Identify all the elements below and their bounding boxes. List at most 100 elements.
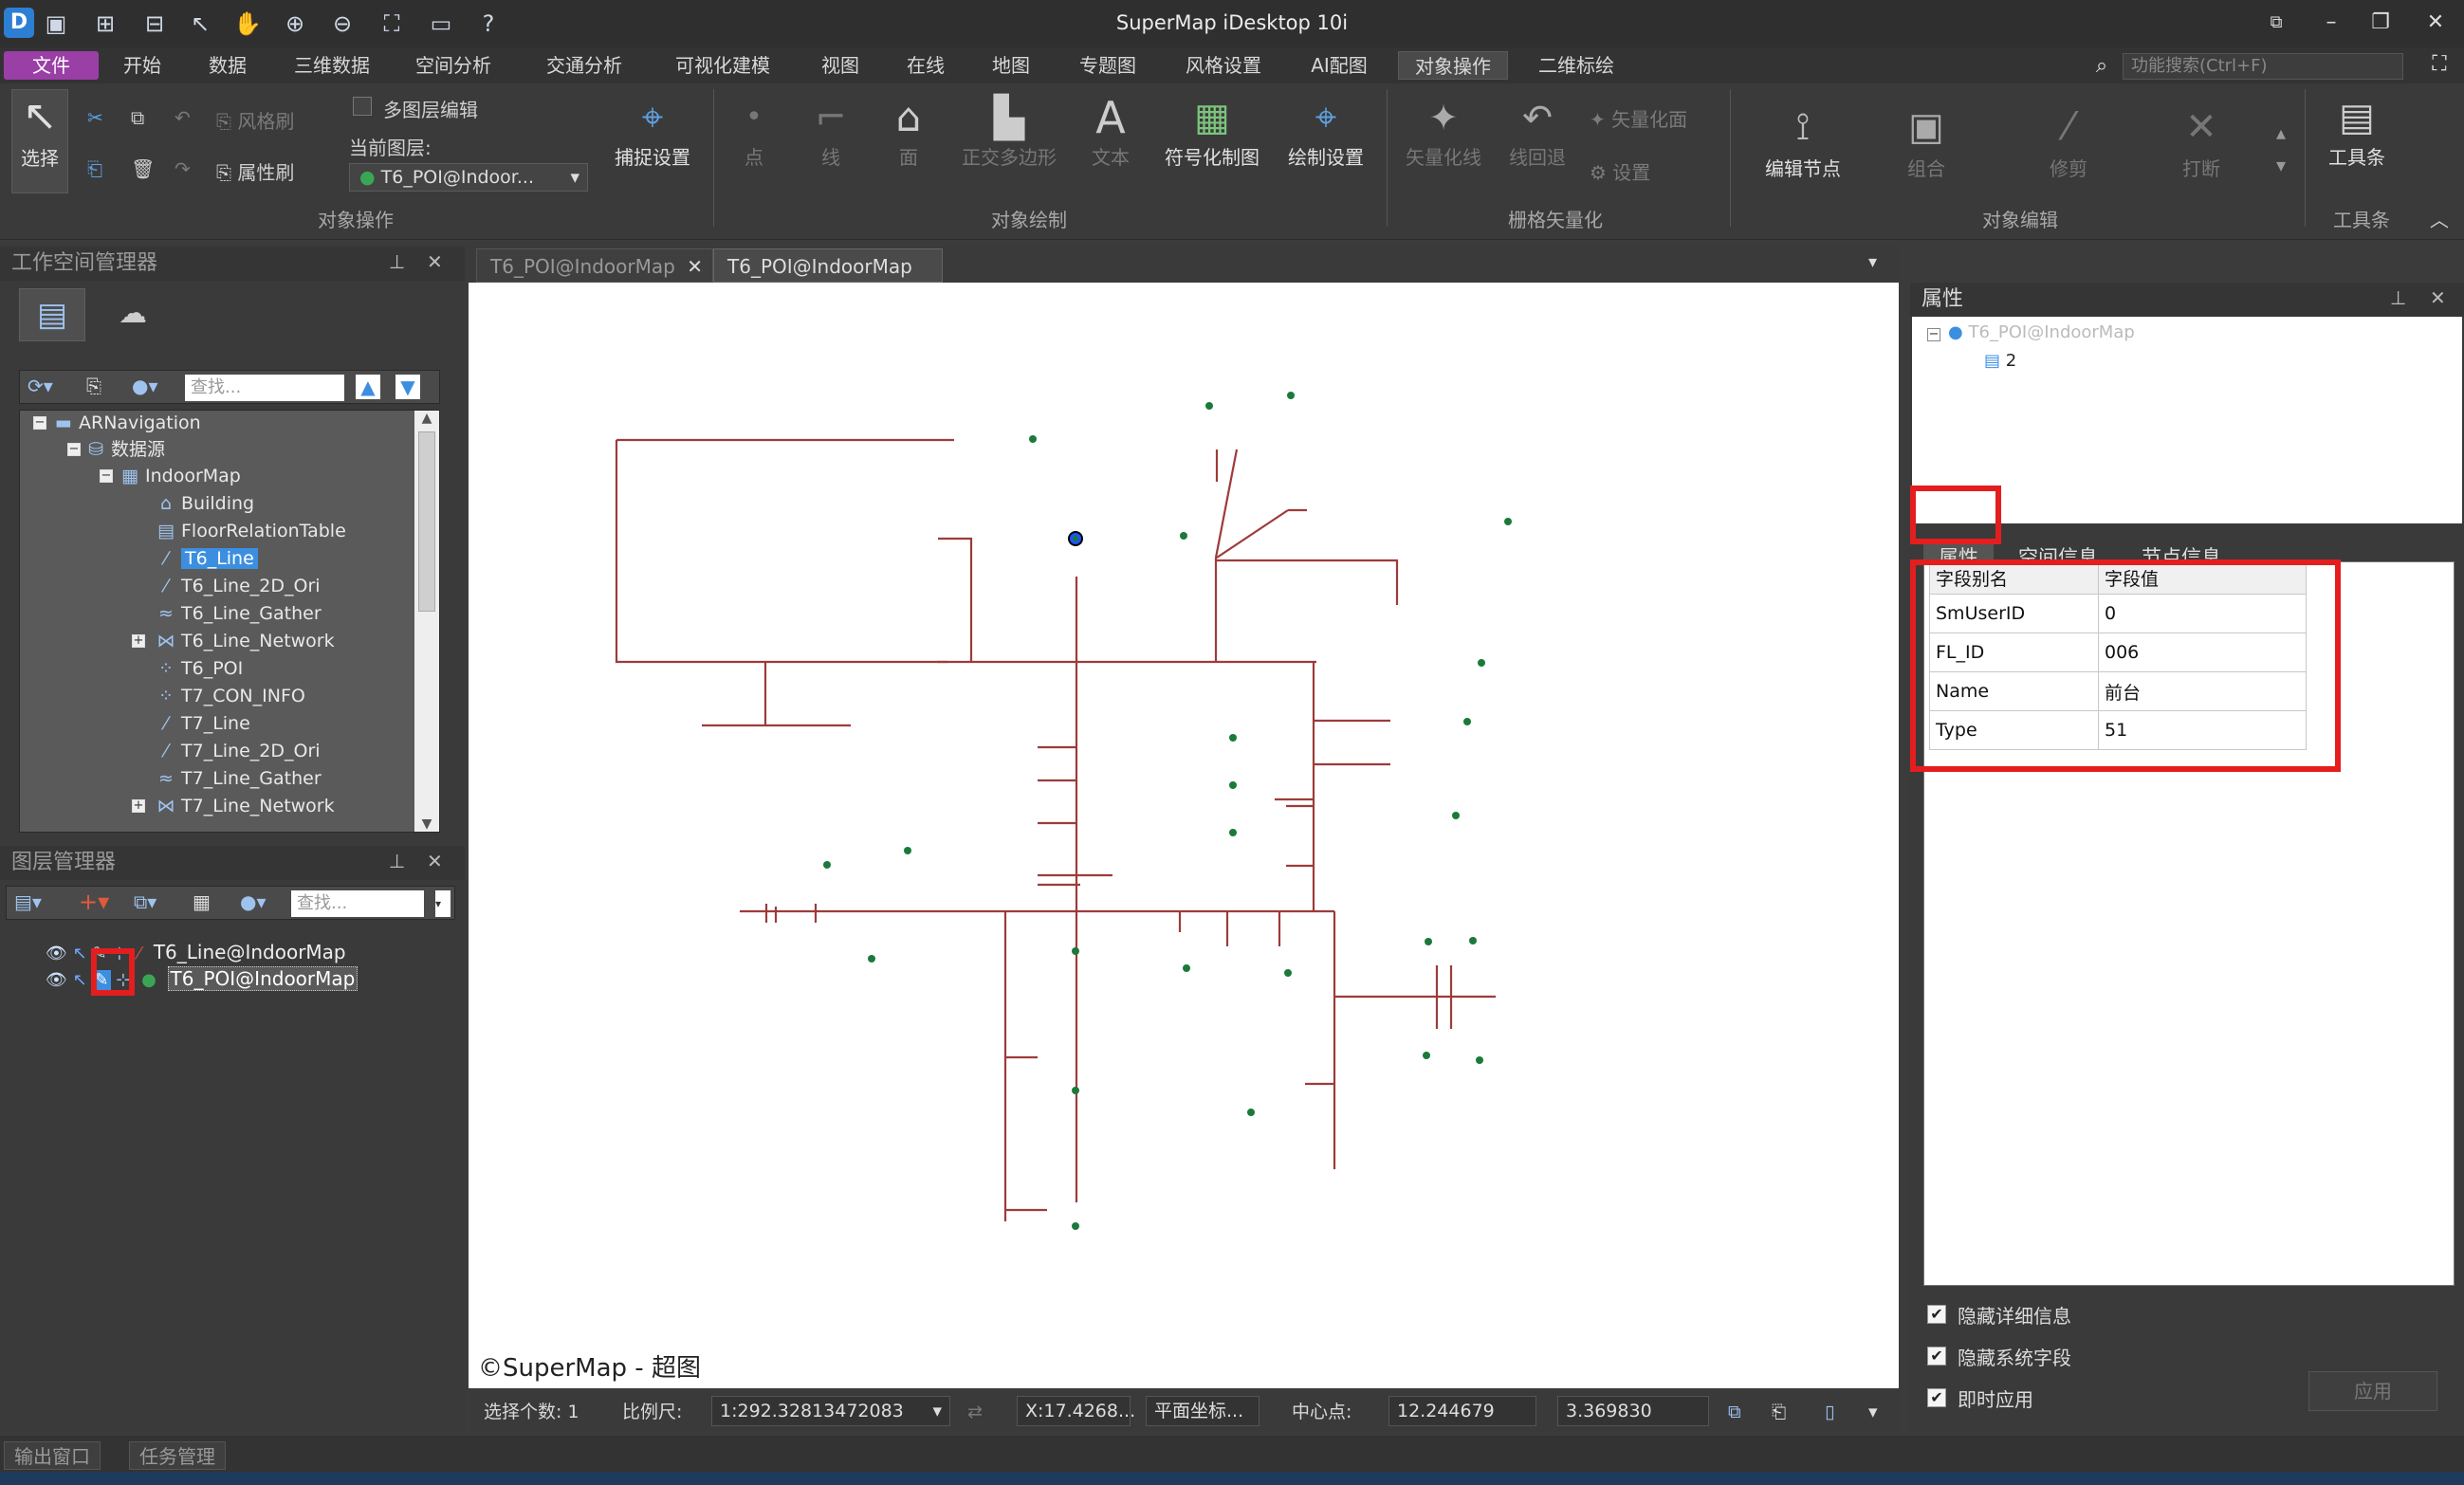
poi-point[interactable] [1229,781,1237,789]
tree-node-t7-line-gather[interactable]: ≈ T7_Line_Gather [156,766,322,791]
line-feature[interactable] [1214,449,1239,559]
attribute-brush-button[interactable]: ⎘ 属性刷 [216,157,294,185]
tree-node-t7-line[interactable]: ⁄ T7_Line [156,711,249,736]
tab-thematic-map[interactable]: 专题图 [1070,51,1146,80]
layer-search-input[interactable]: 查找... [291,890,424,917]
close-tab-icon[interactable]: ✕ [687,249,703,284]
tab-map[interactable]: 地图 [983,51,1039,80]
tab-view[interactable]: 视图 [812,51,869,80]
poi-point[interactable] [1229,734,1237,742]
tab-data[interactable]: 数据 [199,51,256,80]
poi-point[interactable] [1284,969,1292,977]
object-tree-root[interactable]: ● T6_POI@IndoorMap [1948,322,2135,342]
minimize-button[interactable]: – [2312,8,2350,38]
search-up-icon[interactable]: ▲ [356,375,380,399]
lock-icon[interactable]: ▯ [1825,1398,1834,1426]
edit-nodes-button[interactable]: ⟟ 编辑节点 [1751,101,1855,181]
scroll-down-icon[interactable]: ▼ [414,816,439,832]
poi-point[interactable] [1183,964,1190,972]
draw-text-button[interactable]: A 文本 [1079,93,1142,170]
paste-icon[interactable]: ⎗ [87,157,102,180]
collapse-ribbon-icon[interactable]: ︿ [2430,205,2449,232]
layer-properties-icon[interactable]: ▦ [193,890,211,913]
open-file-icon[interactable]: ⎘ [86,375,101,397]
poi-point[interactable] [1423,1052,1430,1059]
line-feature[interactable] [1216,509,1289,559]
close-panel-icon[interactable]: ✕ [427,850,443,872]
poi-point[interactable] [1180,532,1187,540]
pin-icon[interactable]: ⊥ [389,850,405,872]
tab-object-operations[interactable]: 对象操作 [1398,51,1508,80]
tab-2d-plotting[interactable]: 二维标绘 [1531,51,1622,80]
vectorize-region-button[interactable]: ✦ 矢量化面 [1590,104,1687,132]
tree-node-indoormap[interactable]: ▦ IndoorMap [120,464,241,488]
poi-point[interactable] [1072,1087,1079,1094]
poi-point[interactable] [1072,947,1079,955]
file-menu[interactable]: 文件 [4,51,99,80]
tree-node-t7-con-info[interactable]: ⁘ T7_CON_INFO [156,684,305,708]
ribbon-scroll-up-icon[interactable]: ▴ [2276,121,2286,144]
refresh-icon[interactable]: ⟳▾ [28,375,53,397]
paste-coords-icon[interactable]: ⎗ [1772,1398,1786,1426]
poi-point[interactable] [1287,392,1295,399]
object-tree-child[interactable]: ▤ 2 [1984,351,2016,371]
visible-eye-icon[interactable]: 👁 [46,970,67,990]
tab-traffic-analysis[interactable]: 交通分析 [539,51,630,80]
restore-button[interactable]: ❐ [2362,8,2400,38]
locate-layer-icon[interactable]: ●▾ [240,890,267,913]
poi-point[interactable] [1205,402,1213,410]
selected-poi-dot[interactable] [1073,536,1078,541]
poi-point[interactable] [1029,435,1037,443]
scroll-thumb[interactable] [418,431,435,612]
tab-ai-mapping[interactable]: AI配图 [1303,51,1375,80]
tree-node-datasources[interactable]: ⛁ 数据源 [86,437,165,462]
tree-node-workspace[interactable]: ▬ ARNavigation [54,411,201,435]
tab-start[interactable]: 开始 [114,51,171,80]
tab-visual-modeling[interactable]: 可视化建模 [668,51,778,80]
instant-apply-checkbox[interactable]: ✔ [1927,1388,1946,1407]
break-button[interactable]: ✕ 打断 [2159,101,2244,181]
tree-node-floorrelationtable[interactable]: ▤ FloorRelationTable [156,519,346,543]
tree-node-t6-line-2d-ori[interactable]: ⁄ T6_Line_2D_Ori [156,574,320,598]
workspace-tree-tab[interactable]: ▤ [19,288,85,341]
collapse-icon[interactable]: − [67,443,81,456]
undo-icon[interactable]: ↶ [175,106,191,129]
scene-tab-icon[interactable]: ☁ [104,288,161,341]
poi-point[interactable] [1469,937,1477,944]
poi-point[interactable] [1425,938,1432,945]
draw-line-button[interactable]: ⌐ 线 [804,93,857,170]
selected-poi[interactable] [1068,531,1083,546]
collapse-icon[interactable]: − [33,416,46,430]
fullscreen-icon[interactable]: ⛶ [2420,49,2458,80]
cut-icon[interactable]: ✂ [87,106,103,129]
select-button[interactable]: ↖ 选择 [11,89,68,193]
ribbon-scroll-down-icon[interactable]: ▾ [2276,154,2286,176]
pin-icon[interactable]: ⊥ [389,250,405,273]
coordinate-system[interactable]: 平面坐标... [1146,1396,1260,1426]
poi-point[interactable] [1072,1222,1079,1230]
layer-group-icon[interactable]: ⧉▾ [134,890,156,913]
current-layer-select[interactable]: ● T6_POI@Indoor... ▾ [349,163,588,192]
add-layer-icon[interactable]: +▾ [79,889,109,915]
tree-node-t7-line-2d-ori[interactable]: ⁄ T7_Line_2D_Ori [156,739,320,763]
tab-spatial-analysis[interactable]: 空间分析 [408,51,499,80]
tree-node-building[interactable]: ⌂ Building [156,491,254,516]
center-y-input[interactable]: 3.369830 [1557,1396,1709,1426]
locate-icon[interactable]: ●▾ [132,375,158,397]
workspace-search-input[interactable]: 查找... [185,375,344,401]
combine-button[interactable]: ▣ 组合 [1884,101,1969,181]
tree-node-t6-poi[interactable]: ⁘ T6_POI [156,656,243,681]
poi-point[interactable] [1478,659,1485,667]
expand-icon[interactable]: + [132,634,145,648]
tab-list-dropdown-icon[interactable]: ▾ [1868,252,1877,272]
poi-point[interactable] [868,955,875,962]
style-brush-button[interactable]: ⎘ 风格刷 [216,106,294,134]
symbol-drawing-button[interactable]: ▦ 符号化制图 [1155,93,1269,170]
draw-ortho-polygon-button[interactable]: ▙ 正交多边形 [952,93,1066,170]
tree-node-t6-line-gather[interactable]: ≈ T6_Line_Gather [156,601,322,626]
toolbar-button[interactable]: ▤ 工具条 [2314,93,2400,170]
selectable-icon[interactable]: ↖ [73,944,87,963]
function-search-input[interactable]: 功能搜索(Ctrl+F) [2123,53,2403,80]
poi-point[interactable] [1452,812,1460,819]
pin-icon[interactable]: ⊥ [2390,286,2406,309]
